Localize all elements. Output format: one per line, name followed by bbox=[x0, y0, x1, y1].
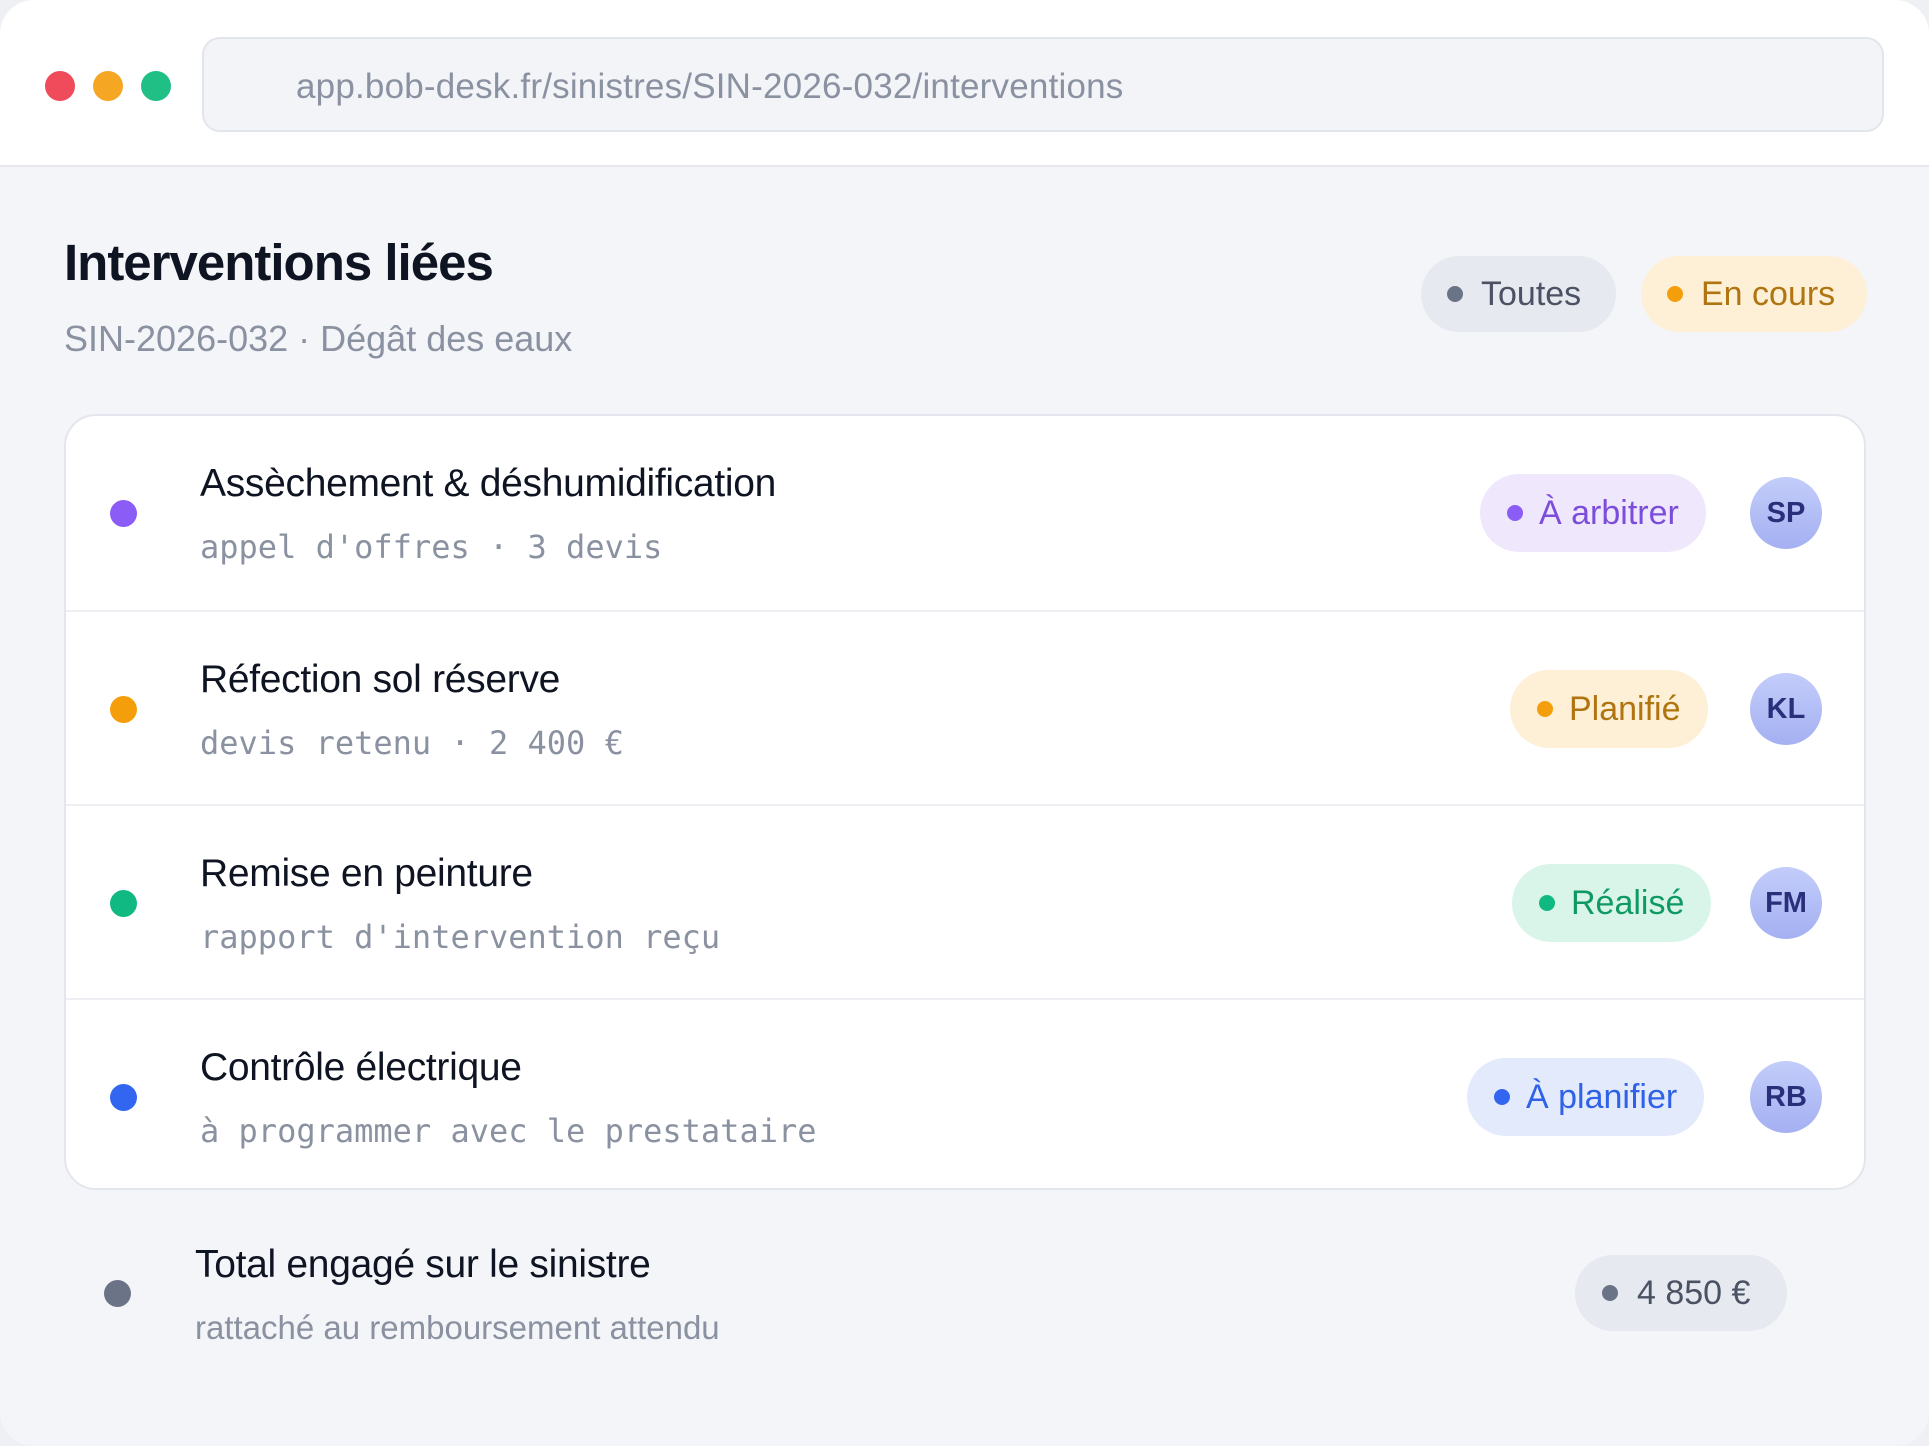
status-badge: Réalisé bbox=[1512, 864, 1712, 942]
intervention-row[interactable]: Contrôle électrique à programmer avec le… bbox=[66, 998, 1864, 1188]
status-badge: À planifier bbox=[1467, 1058, 1705, 1136]
intervention-detail: appel d'offres · 3 devis bbox=[200, 528, 663, 566]
page-title: Interventions liées bbox=[64, 234, 494, 291]
total-dot-icon bbox=[104, 1280, 131, 1307]
filter-in-progress-chip[interactable]: En cours bbox=[1641, 256, 1867, 332]
status-badge-label: Planifié bbox=[1569, 689, 1681, 728]
status-dot-icon bbox=[110, 1084, 137, 1111]
status-badge-dot-icon bbox=[1537, 701, 1553, 717]
intervention-detail: à programmer avec le prestataire bbox=[200, 1112, 817, 1150]
intervention-title: Réfection sol réserve bbox=[200, 658, 561, 701]
status-badge-label: À arbitrer bbox=[1539, 493, 1679, 532]
filter-all-dot-icon bbox=[1447, 286, 1463, 302]
assignee-avatar[interactable]: RB bbox=[1750, 1061, 1822, 1133]
filter-all-chip[interactable]: Toutes bbox=[1421, 256, 1616, 332]
status-badge-dot-icon bbox=[1507, 505, 1523, 521]
close-window-button[interactable] bbox=[45, 71, 75, 101]
total-amount: 4 850 € bbox=[1637, 1273, 1751, 1312]
address-bar-url: app.bob-desk.fr/sinistres/SIN-2026-032/i… bbox=[296, 67, 1124, 106]
intervention-title: Assèchement & déshumidification bbox=[200, 462, 777, 505]
intervention-title: Contrôle électrique bbox=[200, 1046, 522, 1089]
assignee-avatar[interactable]: FM bbox=[1750, 867, 1822, 939]
page-subtitle: SIN-2026-032 · Dégât des eaux bbox=[64, 318, 573, 359]
browser-titlebar: app.bob-desk.fr/sinistres/SIN-2026-032/i… bbox=[0, 0, 1929, 167]
browser-window: app.bob-desk.fr/sinistres/SIN-2026-032/i… bbox=[0, 0, 1929, 1446]
address-bar[interactable]: app.bob-desk.fr/sinistres/SIN-2026-032/i… bbox=[202, 37, 1884, 132]
status-dot-icon bbox=[110, 696, 137, 723]
status-dot-icon bbox=[110, 500, 137, 527]
status-badge: Planifié bbox=[1510, 670, 1708, 748]
status-badge-dot-icon bbox=[1539, 895, 1555, 911]
status-badge-label: Réalisé bbox=[1571, 883, 1685, 922]
total-amount-dot-icon bbox=[1602, 1285, 1618, 1301]
assignee-avatar[interactable]: KL bbox=[1750, 673, 1822, 745]
status-dot-icon bbox=[110, 890, 137, 917]
filter-in-progress-label: En cours bbox=[1701, 274, 1836, 313]
intervention-title: Remise en peinture bbox=[200, 852, 533, 895]
intervention-row[interactable]: Remise en peinture rapport d'interventio… bbox=[66, 804, 1864, 998]
status-badge-label: À planifier bbox=[1526, 1077, 1678, 1116]
assignee-avatar[interactable]: SP bbox=[1750, 477, 1822, 549]
total-amount-badge: 4 850 € bbox=[1575, 1255, 1787, 1331]
minimize-window-button[interactable] bbox=[93, 71, 123, 101]
status-badge-dot-icon bbox=[1494, 1089, 1510, 1105]
filter-in-progress-dot-icon bbox=[1667, 286, 1683, 302]
intervention-detail: devis retenu · 2 400 € bbox=[200, 724, 624, 762]
status-badge: À arbitrer bbox=[1480, 474, 1706, 552]
total-title: Total engagé sur le sinistre bbox=[195, 1243, 651, 1286]
filter-all-label: Toutes bbox=[1481, 274, 1582, 313]
interventions-list: Assèchement & déshumidification appel d'… bbox=[64, 414, 1866, 1190]
intervention-row[interactable]: Réfection sol réserve devis retenu · 2 4… bbox=[66, 610, 1864, 804]
intervention-detail: rapport d'intervention reçu bbox=[200, 918, 721, 956]
maximize-window-button[interactable] bbox=[141, 71, 171, 101]
total-detail: rattaché au remboursement attendu bbox=[195, 1309, 720, 1346]
intervention-row[interactable]: Assèchement & déshumidification appel d'… bbox=[66, 416, 1864, 610]
